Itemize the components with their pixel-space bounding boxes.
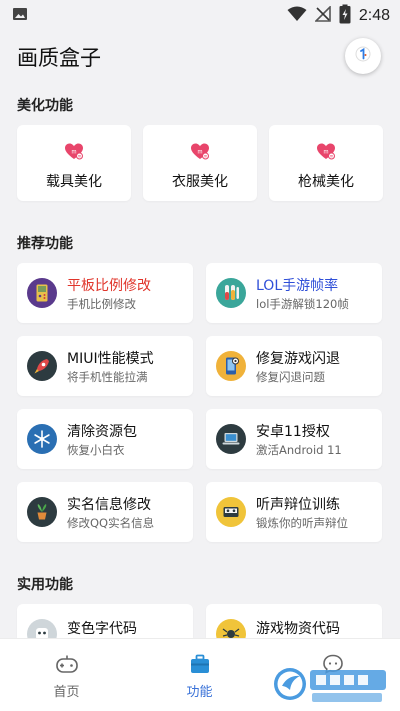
battery-charging-icon	[339, 4, 351, 28]
nav-item-home[interactable]: 首页	[0, 639, 133, 711]
feature-card-tablet-ratio[interactable]: 平板比例修改 手机比例修改	[17, 263, 193, 323]
gamepad-icon	[55, 653, 79, 679]
feature-title: 平板比例修改	[67, 278, 151, 294]
feature-title: 听声辩位训练	[256, 497, 340, 513]
svg-text:m: m	[78, 154, 82, 159]
feature-card-realname-edit[interactable]: 实名信息修改 修改QQ实名信息	[17, 482, 193, 542]
image-icon	[12, 6, 28, 25]
feature-subtitle: 锻炼你的听声辩位	[256, 516, 348, 530]
feature-card-game-item-code[interactable]: 游戏物资代码	[206, 604, 382, 649]
feature-title: 修复游戏闪退	[256, 351, 340, 367]
feature-subtitle: 恢复小白衣	[67, 443, 125, 457]
app-title: 画质盒子	[17, 46, 101, 70]
pink-heart-m-icon: mm	[316, 142, 336, 166]
feature-card-sound-training[interactable]: 听声辩位训练 锻炼你的听声辩位	[206, 482, 382, 542]
feature-title: 实名信息修改	[67, 497, 151, 513]
feature-title: 安卓11授权	[256, 424, 330, 440]
clock: 2:48	[358, 7, 390, 24]
pink-heart-m-icon: mm	[64, 142, 84, 166]
svg-text:m: m	[72, 150, 77, 156]
beauty-label: 载具美化	[46, 174, 102, 190]
beauty-card-weapon[interactable]: mm 枪械美化	[269, 125, 383, 201]
version-info-button[interactable]	[345, 38, 381, 74]
feature-title: MIUI性能模式	[67, 351, 154, 367]
svg-text:m: m	[204, 154, 208, 159]
site-watermark-logo	[272, 662, 390, 706]
beauty-card-vehicle[interactable]: mm 载具美化	[17, 125, 131, 201]
svg-text:m: m	[198, 150, 203, 156]
rocket-icon	[27, 351, 57, 381]
feature-card-fix-crash[interactable]: 修复游戏闪退 修复闪退问题	[206, 336, 382, 396]
status-bar: 2:48	[0, 0, 400, 28]
gameboy-icon	[27, 278, 57, 308]
feature-card-miui-performance[interactable]: MIUI性能模式 将手机性能拉满	[17, 336, 193, 396]
section-title-beauty: 美化功能	[17, 98, 73, 114]
section-title-recommended: 推荐功能	[17, 236, 73, 252]
feature-card-clear-resources[interactable]: 清除资源包 恢复小白衣	[17, 409, 193, 469]
beauty-card-clothing[interactable]: mm 衣服美化	[143, 125, 257, 201]
feature-card-android11[interactable]: 安卓11授权 激活Android 11	[206, 409, 382, 469]
feature-subtitle: 修改QQ实名信息	[67, 516, 155, 530]
wifi-icon	[287, 6, 307, 26]
section-title-practical: 实用功能	[17, 577, 73, 593]
nav-item-features[interactable]: 功能	[133, 639, 266, 711]
app-bar: 画质盒子	[0, 28, 400, 84]
beauty-label: 衣服美化	[172, 174, 228, 190]
nav-label: 首页	[53, 685, 80, 700]
feature-subtitle: 手机比例修改	[67, 297, 136, 311]
toolbox-icon	[188, 653, 212, 679]
snowflake-icon	[27, 424, 57, 454]
laptop-icon	[216, 424, 246, 454]
test-tubes-icon	[216, 278, 246, 308]
phone-repair-icon	[216, 351, 246, 381]
nav-label: 功能	[186, 685, 213, 700]
beauty-label: 枪械美化	[298, 174, 354, 190]
feature-subtitle: 激活Android 11	[256, 443, 342, 457]
feature-subtitle: lol手游解锁120帧	[256, 297, 349, 311]
version-info-icon	[355, 46, 371, 66]
plant-pot-icon	[27, 497, 57, 527]
feature-subtitle: 修复闪退问题	[256, 370, 325, 384]
cassette-icon	[216, 497, 246, 527]
no-signal-icon	[313, 5, 331, 26]
feature-title: LOL手游帧率	[256, 278, 339, 294]
feature-card-lol-fps[interactable]: LOL手游帧率 lol手游解锁120帧	[206, 263, 382, 323]
feature-card-color-text-code[interactable]: 变色字代码	[17, 604, 193, 649]
feature-title: 游戏物资代码	[256, 621, 340, 637]
feature-subtitle: 将手机性能拉满	[67, 370, 148, 384]
svg-text:m: m	[330, 154, 334, 159]
svg-text:m: m	[324, 150, 329, 156]
feature-title: 变色字代码	[67, 621, 137, 637]
pink-heart-m-icon: mm	[190, 142, 210, 166]
feature-title: 清除资源包	[67, 424, 137, 440]
